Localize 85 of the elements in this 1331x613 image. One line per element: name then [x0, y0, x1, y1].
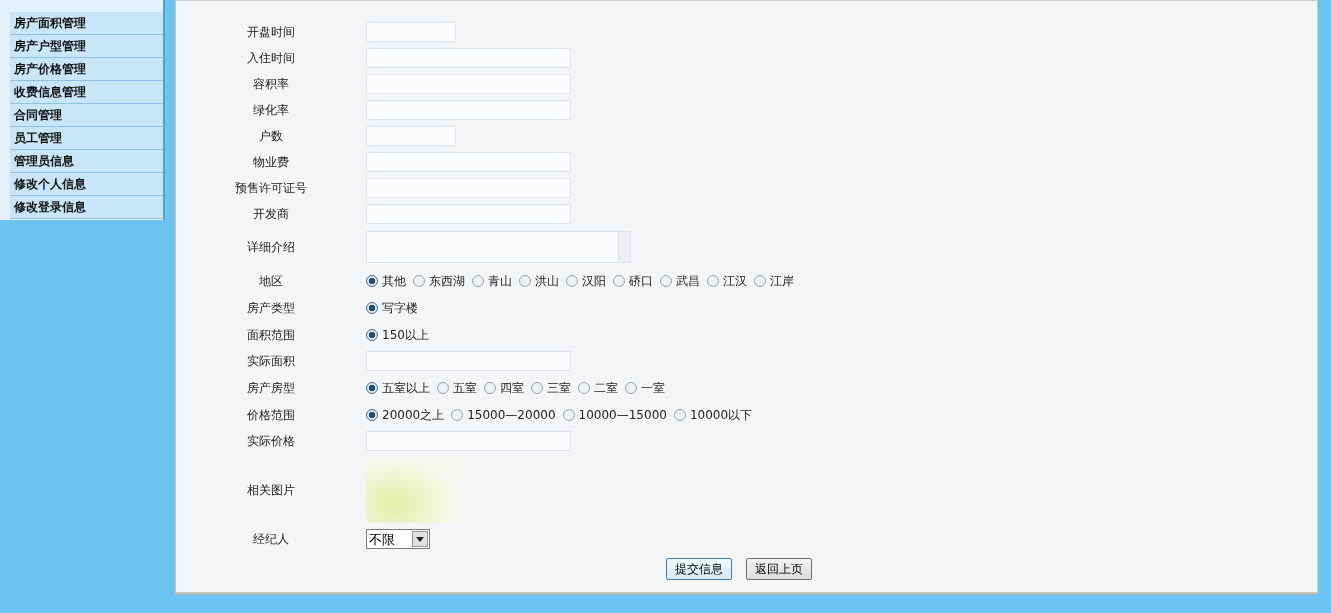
select-dropdown[interactable]: 不限 — [366, 529, 430, 549]
radio-button[interactable] — [366, 274, 378, 287]
text-field[interactable] — [366, 22, 456, 42]
radio-label: 武昌 — [676, 272, 700, 290]
sidebar-item[interactable]: 房产户型管理 — [10, 35, 163, 58]
radio-button[interactable] — [366, 381, 378, 394]
radio-label: 150以上 — [382, 326, 429, 344]
radio-button[interactable] — [366, 301, 378, 314]
text-field[interactable] — [366, 100, 571, 120]
field-label: 户数 — [258, 128, 284, 145]
radio-button[interactable] — [625, 381, 637, 394]
radio-button[interactable] — [578, 381, 590, 394]
radio-button[interactable] — [519, 274, 531, 287]
field-label: 实际价格 — [246, 433, 296, 450]
radio-label: 四室 — [500, 379, 524, 397]
field-label: 绿化率 — [252, 102, 290, 119]
text-field[interactable] — [366, 74, 571, 94]
field-label: 地区 — [258, 272, 284, 290]
radio-label: 青山 — [488, 272, 512, 290]
radio-button[interactable] — [754, 274, 766, 287]
radio-label: 15000—20000 — [467, 406, 556, 424]
radio-button[interactable] — [707, 274, 719, 287]
field-label: 详细介绍 — [246, 239, 296, 256]
radio-label: 洪山 — [535, 272, 559, 290]
radio-label: 其他 — [382, 272, 406, 290]
radio-label: 20000之上 — [382, 406, 445, 424]
radio-button[interactable] — [562, 408, 575, 421]
scrollbar[interactable] — [618, 232, 630, 262]
radio-button[interactable] — [660, 274, 672, 287]
sidebar-item[interactable]: 合同管理 — [10, 104, 163, 127]
field-label: 房产类型 — [246, 299, 296, 317]
text-field[interactable] — [366, 48, 571, 68]
sidebar-item[interactable]: 管理员信息 — [10, 150, 163, 173]
radio-label: 江汉 — [723, 272, 747, 290]
radio-label: 东西湖 — [429, 272, 465, 290]
text-field[interactable] — [366, 431, 571, 451]
radio-label: 10000—15000 — [578, 406, 667, 424]
radio-label: 三室 — [547, 379, 571, 397]
select-value: 不限 — [368, 532, 396, 546]
back-button[interactable]: 返回上页 — [746, 558, 812, 580]
sidebar-item[interactable]: 房产价格管理 — [10, 58, 163, 81]
field-label: 面积范围 — [246, 326, 296, 344]
radio-label: 江岸 — [770, 272, 794, 290]
field-label: 开发商 — [252, 206, 290, 223]
field-label: 经纪人 — [252, 531, 290, 548]
sidebar-item[interactable]: 修改个人信息 — [10, 173, 163, 196]
text-field[interactable] — [366, 178, 571, 198]
radio-label: 二室 — [594, 379, 618, 397]
sidebar-item[interactable]: 修改登录信息 — [10, 196, 163, 219]
field-label: 物业费 — [252, 154, 290, 171]
field-label: 房产房型 — [246, 379, 296, 397]
submit-button[interactable]: 提交信息 — [666, 558, 732, 580]
radio-button[interactable] — [366, 408, 378, 421]
radio-label: 写字楼 — [382, 299, 418, 317]
text-area[interactable] — [366, 231, 631, 263]
radio-label: 汉阳 — [582, 272, 606, 290]
sidebar-item[interactable]: 收费信息管理 — [10, 81, 163, 104]
field-label: 开盘时间 — [246, 24, 296, 41]
radio-button[interactable] — [366, 328, 378, 341]
field-label: 相关图片 — [246, 482, 296, 499]
radio-button[interactable] — [673, 408, 686, 421]
sidebar-item[interactable]: 员工管理 — [10, 127, 163, 150]
radio-button[interactable] — [437, 381, 449, 394]
radio-button[interactable] — [484, 381, 496, 394]
radio-label: 五室以上 — [382, 379, 430, 397]
radio-button[interactable] — [566, 274, 578, 287]
radio-label: 硚口 — [629, 272, 653, 290]
text-field[interactable] — [366, 152, 571, 172]
radio-label: 一室 — [641, 379, 665, 397]
field-label: 入住时间 — [246, 50, 296, 67]
radio-label: 五室 — [453, 379, 477, 397]
field-label: 实际面积 — [246, 353, 296, 370]
field-label: 价格范围 — [246, 406, 296, 424]
text-field[interactable] — [366, 351, 571, 371]
radio-button[interactable] — [451, 408, 464, 421]
radio-label: 10000以下 — [689, 406, 753, 424]
radio-button[interactable] — [531, 381, 543, 394]
sidebar-item[interactable]: 房产面积管理 — [10, 12, 163, 35]
field-label: 容积率 — [252, 76, 290, 93]
text-field[interactable] — [366, 204, 571, 224]
text-field[interactable] — [366, 126, 456, 146]
radio-button[interactable] — [472, 274, 484, 287]
field-label: 预售许可证号 — [234, 180, 308, 197]
radio-button[interactable] — [613, 274, 625, 287]
radio-button[interactable] — [413, 274, 425, 287]
